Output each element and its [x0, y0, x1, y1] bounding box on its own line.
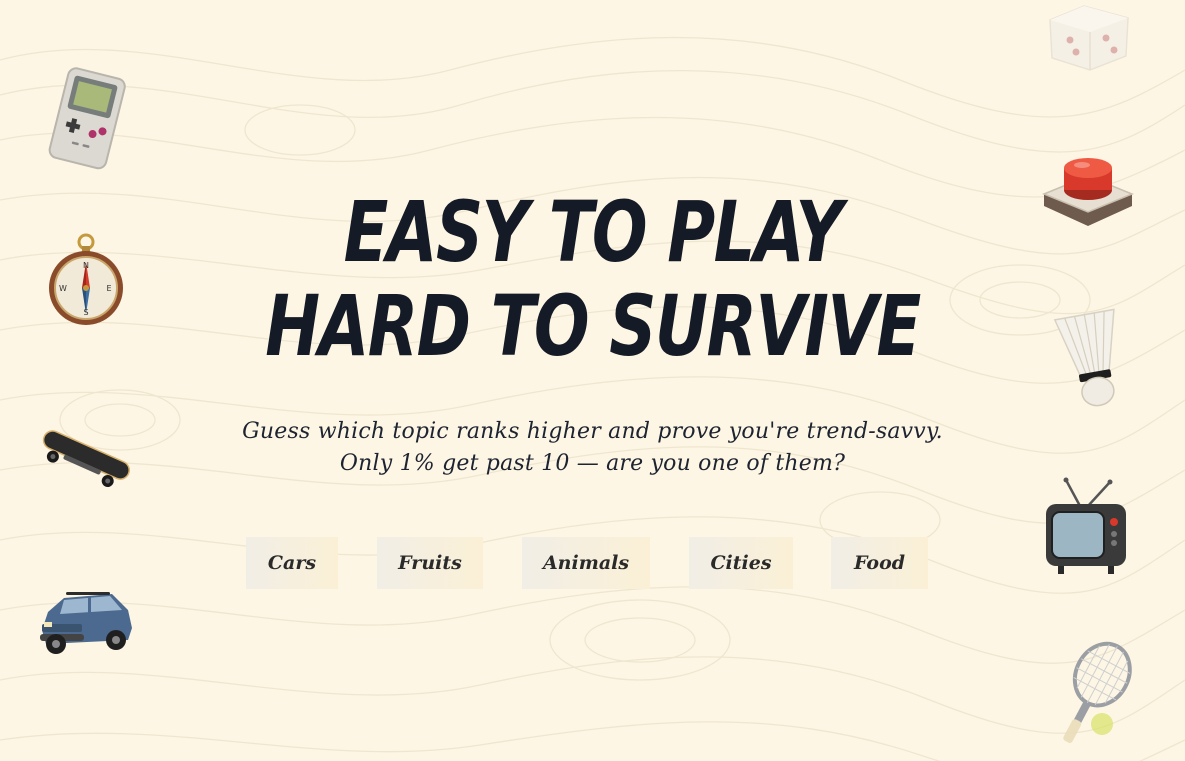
topic-chip-food[interactable]: Food: [831, 537, 928, 589]
subtitle-line-2: Only 1% get past 10 — are you one of the…: [339, 451, 846, 476]
game-console-icon: [48, 67, 126, 170]
topic-chip-label: Food: [853, 552, 906, 574]
topic-chip-label: Cities: [710, 552, 772, 574]
topographic-background: [0, 36, 1185, 761]
headline-line-2: HARD TO SURVIVE: [265, 277, 921, 375]
svg-text:E: E: [106, 284, 111, 293]
topic-chip-cities[interactable]: Cities: [689, 537, 793, 589]
headline-line-1: EASY TO PLAY: [343, 183, 843, 281]
svg-text:W: W: [59, 284, 67, 293]
topic-chip-label: Cars: [267, 552, 317, 574]
topic-chip-label: Animals: [542, 552, 630, 574]
svg-text:N: N: [83, 261, 89, 270]
topic-chip-fruits[interactable]: Fruits: [377, 537, 483, 589]
subtitle-line-1: Guess which topic ranks higher and prove…: [242, 419, 943, 444]
topic-chip-animals[interactable]: Animals: [522, 537, 650, 589]
topic-chip-cars[interactable]: Cars: [246, 537, 338, 589]
tennis-racket-icon: [1063, 641, 1132, 743]
compass-icon: N S W E: [49, 233, 123, 325]
retro-tv-icon: [1046, 477, 1126, 574]
skateboard-icon: [42, 430, 130, 487]
suv-car-icon: [40, 592, 132, 654]
shuttlecock-icon: [1053, 308, 1115, 407]
dice-icon: [1049, 5, 1129, 71]
svg-text:S: S: [83, 308, 88, 317]
topic-chip-label: Fruits: [398, 552, 462, 574]
red-button-icon: [1042, 158, 1134, 226]
